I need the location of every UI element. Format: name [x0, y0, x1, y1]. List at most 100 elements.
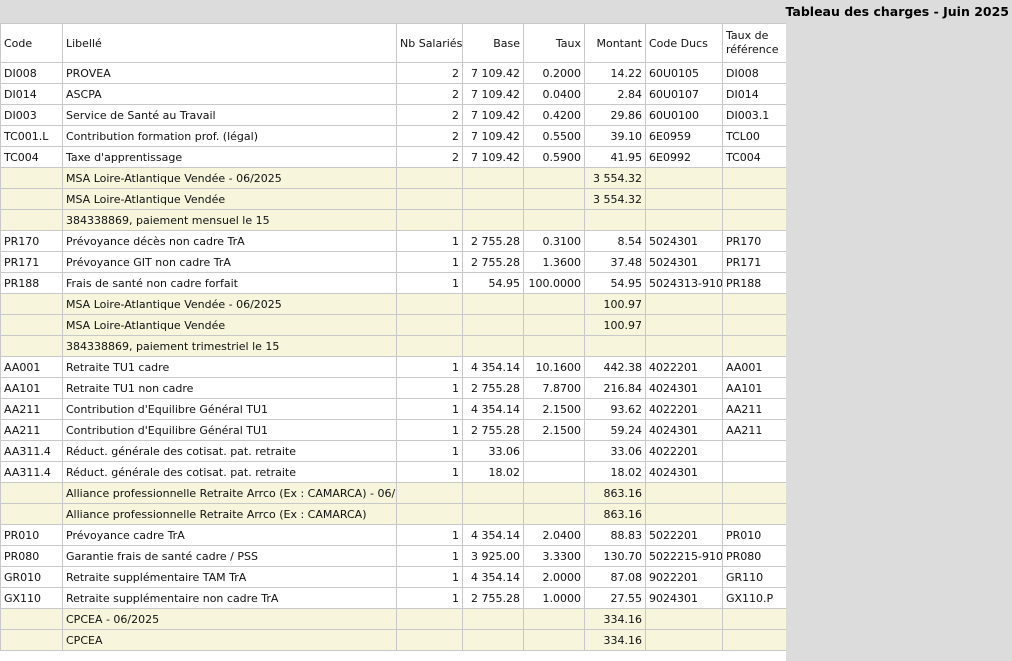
cell-code: [0, 503, 63, 525]
cell-base: [462, 335, 524, 357]
cell-base: 4 354.14: [462, 356, 524, 378]
column-header-code[interactable]: Code: [0, 23, 63, 63]
cell-code-ducs: [645, 335, 723, 357]
cell-nb-salaries: 2: [396, 62, 463, 84]
column-header-nb-salaries[interactable]: Nb Salariés: [396, 23, 463, 63]
column-header-taux-reference[interactable]: Taux de référence: [722, 23, 786, 63]
table-row[interactable]: PR010 Prévoyance cadre TrA 1 4 354.14 2.0400…: [0, 524, 786, 546]
cell-taux-reference: TC004: [722, 146, 786, 168]
cell-libelle: ASCPA: [62, 83, 397, 105]
cell-code-ducs: [645, 167, 723, 189]
cell-montant: 18.02: [584, 461, 646, 483]
cell-libelle: MSA Loire-Atlantique Vendée - 06/2025: [62, 293, 397, 315]
table-row[interactable]: PR188 Frais de santé non cadre forfait 1 54…: [0, 272, 786, 294]
cell-montant: 100.97: [584, 293, 646, 315]
cell-nb-salaries: 2: [396, 83, 463, 105]
cell-code-ducs: 5022201: [645, 524, 723, 546]
cell-code: PR188: [0, 272, 63, 294]
table-row[interactable]: GX110 Retraite supplémentaire non cadre T…: [0, 587, 786, 609]
cell-taux-reference: [722, 461, 786, 483]
charges-table: Code Libellé Nb Salariés Base Taux Monta…: [0, 23, 786, 651]
table-row[interactable]: PR171 Prévoyance GIT non cadre TrA 1 2 755.…: [0, 251, 786, 273]
cell-libelle: Retraite supplémentaire non cadre TrA: [62, 587, 397, 609]
cell-nb-salaries: 1: [396, 545, 463, 567]
table-row[interactable]: AA211 Contribution d'Equilibre Général TU…: [0, 398, 786, 420]
column-header-libelle[interactable]: Libellé: [62, 23, 397, 63]
organism-summary-row[interactable]: 384338869, paiement trimestriel le 15: [0, 335, 786, 357]
organism-summary-row[interactable]: Alliance professionnelle Retraite Arrco …: [0, 482, 786, 504]
cell-nb-salaries: 1: [396, 419, 463, 441]
cell-nb-salaries: [396, 188, 463, 210]
cell-taux-reference: PR010: [722, 524, 786, 546]
organism-summary-row[interactable]: Alliance professionnelle Retraite Arrco …: [0, 503, 786, 525]
cell-montant: 100.97: [584, 314, 646, 336]
cell-taux-reference: [722, 293, 786, 315]
cell-base: 2 755.28: [462, 587, 524, 609]
cell-nb-salaries: [396, 503, 463, 525]
organism-summary-row[interactable]: CPCEA - 06/2025 334.16: [0, 608, 786, 630]
table-row[interactable]: AA101 Retraite TU1 non cadre 1 2 755.28 7.87…: [0, 377, 786, 399]
cell-code: TC001.L: [0, 125, 63, 147]
table-row[interactable]: AA311.4 Réduct. générale des cotisat. pat…: [0, 440, 786, 462]
cell-montant: 59.24: [584, 419, 646, 441]
organism-summary-row[interactable]: MSA Loire-Atlantique Vendée - 06/2025 100…: [0, 293, 786, 315]
charges-table-container[interactable]: Code Libellé Nb Salariés Base Taux Monta…: [0, 23, 786, 661]
cell-libelle: Prévoyance GIT non cadre TrA: [62, 251, 397, 273]
cell-nb-salaries: [396, 335, 463, 357]
cell-nb-salaries: 1: [396, 251, 463, 273]
cell-code-ducs: 60U0107: [645, 83, 723, 105]
cell-code-ducs: 6E0992: [645, 146, 723, 168]
cell-nb-salaries: 1: [396, 566, 463, 588]
cell-libelle: Contribution d'Equilibre Général TU1: [62, 398, 397, 420]
cell-montant: 863.16: [584, 503, 646, 525]
organism-summary-row[interactable]: MSA Loire-Atlantique Vendée 100.97: [0, 314, 786, 336]
organism-summary-row[interactable]: MSA Loire-Atlantique Vendée 3 554.32: [0, 188, 786, 210]
cell-nb-salaries: 1: [396, 230, 463, 252]
cell-code: AA311.4: [0, 461, 63, 483]
column-header-base[interactable]: Base: [462, 23, 524, 63]
column-header-taux[interactable]: Taux: [523, 23, 585, 63]
cell-libelle: MSA Loire-Atlantique Vendée: [62, 188, 397, 210]
column-header-code-ducs[interactable]: Code Ducs: [645, 23, 723, 63]
cell-taux: [523, 293, 585, 315]
table-row[interactable]: AA001 Retraite TU1 cadre 1 4 354.14 10.1600 4…: [0, 356, 786, 378]
cell-code: GR010: [0, 566, 63, 588]
cell-taux: 0.0400: [523, 83, 585, 105]
table-row[interactable]: AA211 Contribution d'Equilibre Général TU…: [0, 419, 786, 441]
table-row[interactable]: DI014 ASCPA 2 7 109.42 0.0400 2.84 60U0107 DI01…: [0, 83, 786, 105]
table-row[interactable]: GR010 Retraite supplémentaire TAM TrA 1 4 3…: [0, 566, 786, 588]
table-row[interactable]: AA311.4 Réduct. générale des cotisat. pat…: [0, 461, 786, 483]
cell-code-ducs: [645, 629, 723, 651]
cell-taux: 2.1500: [523, 419, 585, 441]
cell-base: 4 354.14: [462, 566, 524, 588]
column-header-montant[interactable]: Montant: [584, 23, 646, 63]
cell-code: AA211: [0, 398, 63, 420]
cell-nb-salaries: [396, 608, 463, 630]
table-row[interactable]: TC004 Taxe d'apprentissage 2 7 109.42 0.5900…: [0, 146, 786, 168]
cell-code: [0, 629, 63, 651]
cell-code-ducs: 9024301: [645, 587, 723, 609]
cell-nb-salaries: 2: [396, 104, 463, 126]
organism-summary-row[interactable]: CPCEA 334.16: [0, 629, 786, 651]
table-row[interactable]: DI003 Service de Santé au Travail 2 7 109.4…: [0, 104, 786, 126]
organism-summary-row[interactable]: 384338869, paiement mensuel le 15: [0, 209, 786, 231]
cell-libelle: Garantie frais de santé cadre / PSS: [62, 545, 397, 567]
cell-code: TC004: [0, 146, 63, 168]
cell-taux-reference: [722, 188, 786, 210]
table-row[interactable]: TC001.L Contribution formation prof. (lég…: [0, 125, 786, 147]
cell-taux: [523, 209, 585, 231]
table-row[interactable]: PR080 Garantie frais de santé cadre / PSS…: [0, 545, 786, 567]
cell-montant: 334.16: [584, 608, 646, 630]
cell-taux-reference: TCL00: [722, 125, 786, 147]
cell-montant: 14.22: [584, 62, 646, 84]
cell-taux: [523, 482, 585, 504]
table-row[interactable]: PR170 Prévoyance décès non cadre TrA 1 2 75…: [0, 230, 786, 252]
organism-summary-row[interactable]: MSA Loire-Atlantique Vendée - 06/2025 3 5…: [0, 167, 786, 189]
cell-base: [462, 503, 524, 525]
cell-libelle: Prévoyance décès non cadre TrA: [62, 230, 397, 252]
cell-taux-reference: PR171: [722, 251, 786, 273]
table-row[interactable]: DI008 PROVEA 2 7 109.42 0.2000 14.22 60U0105 DI…: [0, 62, 786, 84]
cell-taux: [523, 503, 585, 525]
cell-montant: 3 554.32: [584, 188, 646, 210]
cell-code-ducs: [645, 482, 723, 504]
